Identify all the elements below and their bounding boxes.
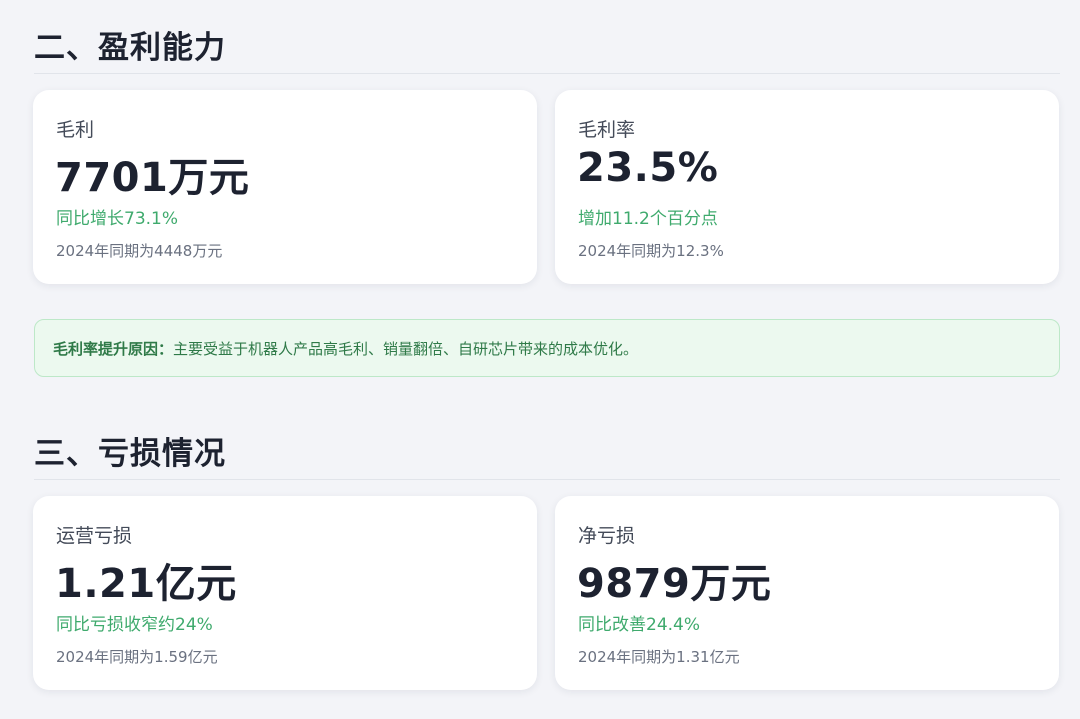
metric-value: 1.21亿元 [55,561,237,607]
section-title-profitability: 二、盈利能力 [34,30,226,66]
metric-card-net-loss: 净亏损 9879万元 同比改善24.4% 2024年同期为1.31亿元 [555,496,1059,690]
metric-change: 增加11.2个百分点 [578,209,718,229]
gross-margin-reason-note: 毛利率提升原因： 主要受益于机器人产品高毛利、销量翻倍、自研芯片带来的成本优化。 [34,319,1060,377]
metric-prior-period: 2024年同期为12.3% [578,242,724,260]
metric-value: 9879万元 [577,561,772,607]
metric-change: 同比亏损收窄约24% [56,615,213,635]
metric-card-operating-loss: 运营亏损 1.21亿元 同比亏损收窄约24% 2024年同期为1.59亿元 [33,496,537,690]
metric-change: 同比增长73.1% [56,209,179,229]
metric-change: 同比改善24.4% [578,615,701,635]
metric-card-gross-margin: 毛利率 23.5% 增加11.2个百分点 2024年同期为12.3% [555,90,1059,284]
note-text: 主要受益于机器人产品高毛利、销量翻倍、自研芯片带来的成本优化。 [173,339,639,358]
section-divider [34,73,1060,74]
metric-prior-period: 2024年同期为4448万元 [56,242,223,260]
section-divider [34,479,1060,480]
metric-card-gross-profit: 毛利 7701万元 同比增长73.1% 2024年同期为4448万元 [33,90,537,284]
metric-label: 运营亏损 [56,525,133,547]
note-key: 毛利率提升原因： [53,339,174,358]
metric-prior-period: 2024年同期为1.31亿元 [578,648,740,666]
section-title-losses: 三、亏损情况 [34,436,226,472]
metric-value: 23.5% [577,145,719,191]
metric-value: 7701万元 [55,155,250,201]
metric-label: 毛利 [56,119,95,141]
metric-label: 净亏损 [578,525,636,547]
metric-prior-period: 2024年同期为1.59亿元 [56,648,218,666]
metric-label: 毛利率 [578,119,636,141]
